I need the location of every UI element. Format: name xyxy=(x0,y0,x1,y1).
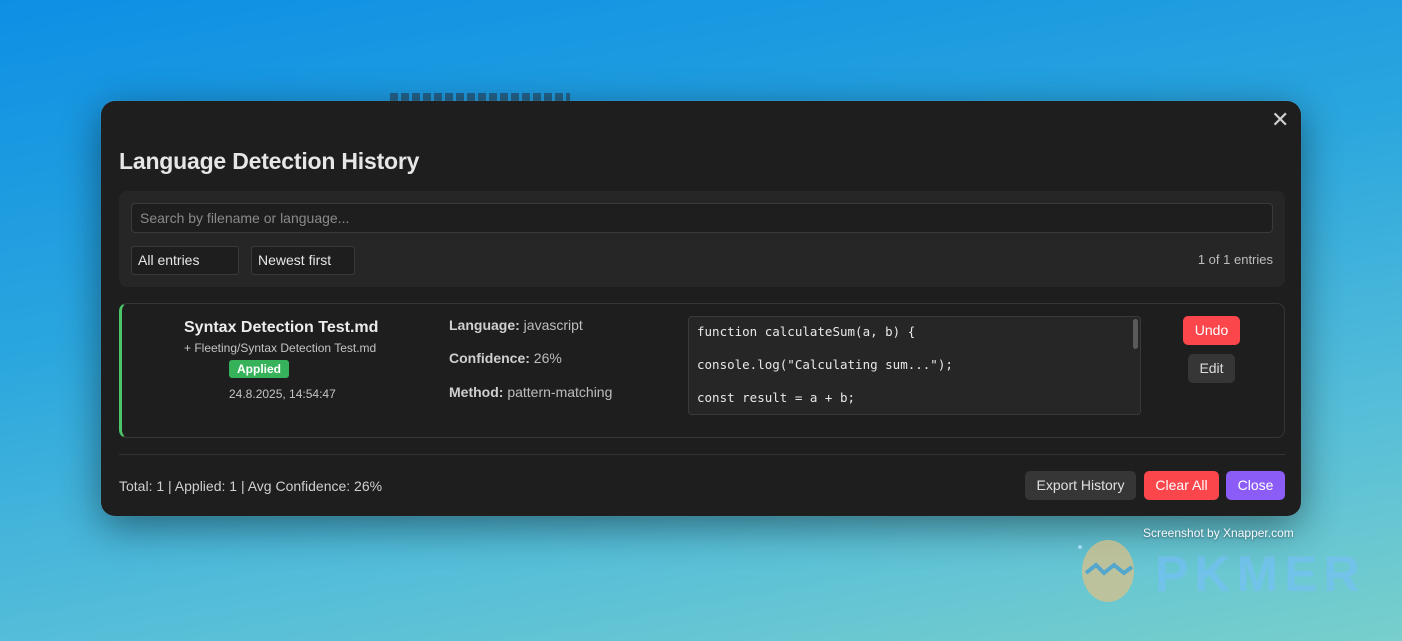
controls-panel: All entries Newest first 1 of 1 entries xyxy=(119,191,1285,287)
confidence-label: Confidence: xyxy=(449,350,530,366)
entry-count: 1 of 1 entries xyxy=(1197,252,1273,267)
sort-select[interactable]: Newest first xyxy=(251,246,355,275)
code-scrollbar[interactable] xyxy=(1133,319,1138,349)
edit-button[interactable]: Edit xyxy=(1188,354,1235,383)
meta-method: Method: pattern-matching xyxy=(449,384,612,400)
language-label: Language: xyxy=(449,317,520,333)
close-icon[interactable]: ✕ xyxy=(1271,109,1289,131)
language-value: javascript xyxy=(523,317,583,333)
code-line: function calculateSum(a, b) { xyxy=(697,324,916,339)
footer-divider xyxy=(119,454,1285,455)
close-button[interactable]: Close xyxy=(1226,471,1285,500)
undo-button[interactable]: Undo xyxy=(1183,316,1240,345)
history-entry: Syntax Detection Test.md + Fleeting/Synt… xyxy=(119,303,1285,438)
method-label: Method: xyxy=(449,384,504,400)
meta-confidence: Confidence: 26% xyxy=(449,350,562,366)
entry-timestamp: 24.8.2025, 14:54:47 xyxy=(229,387,336,401)
meta-language: Language: javascript xyxy=(449,317,583,333)
code-preview[interactable]: function calculateSum(a, b) { console.lo… xyxy=(688,316,1141,415)
history-modal: ✕ Language Detection History All entries… xyxy=(101,101,1301,516)
modal-title: Language Detection History xyxy=(119,148,420,174)
code-line: const result = a + b; xyxy=(697,390,856,405)
background-text xyxy=(390,93,570,101)
watermark-text: PKMER xyxy=(1155,546,1366,602)
search-input[interactable] xyxy=(131,203,1273,233)
filter-select[interactable]: All entries xyxy=(131,246,239,275)
export-history-button[interactable]: Export History xyxy=(1025,471,1136,500)
clear-all-button[interactable]: Clear All xyxy=(1144,471,1219,500)
code-line: console.log("Calculating sum..."); xyxy=(697,357,953,372)
status-badge: Applied xyxy=(229,360,289,378)
method-value: pattern-matching xyxy=(507,384,613,400)
entry-filename: Syntax Detection Test.md xyxy=(184,319,379,336)
confidence-value: 26% xyxy=(533,350,562,366)
entry-path: + Fleeting/Syntax Detection Test.md xyxy=(184,341,377,355)
screenshot-caption: Screenshot by Xnapper.com xyxy=(1143,526,1294,540)
footer-stats: Total: 1 | Applied: 1 | Avg Confidence: … xyxy=(119,478,383,494)
pkmer-logo-icon xyxy=(1078,540,1134,602)
